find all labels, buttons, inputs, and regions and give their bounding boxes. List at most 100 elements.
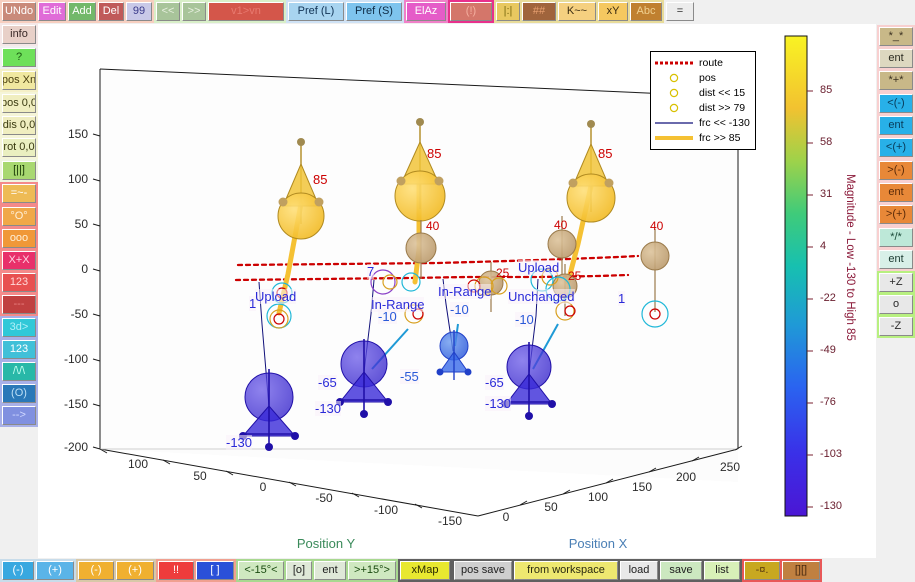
data-group-button-1[interactable]: from workspace: [514, 560, 618, 580]
top-toolbar: UNdo Edit Add Del 99 << >> v1>vn Pref (L) Pref (S…: [0, 0, 915, 23]
pref-group: Pref (L) Pref (S): [286, 0, 404, 23]
equals-group: =: [664, 0, 696, 23]
nav-group-button-0[interactable]: <<: [156, 2, 180, 21]
plot-area[interactable]: 150 100 50 0 -50 -100 -150 -200 100 50 0…: [38, 24, 876, 558]
ring-group-button-1[interactable]: ooo: [2, 229, 36, 248]
coord-group-button-2[interactable]: rot 0,0: [2, 138, 36, 157]
rotate-group-button-3[interactable]: >+15°>: [348, 560, 396, 580]
wave-group-button-0[interactable]: =~-: [2, 184, 36, 203]
ring-group-button-4[interactable]: ---: [2, 295, 36, 314]
display-group-button-1[interactable]: ##: [522, 2, 556, 21]
lt-group-button-1[interactable]: ent: [879, 116, 913, 135]
help-group: ?: [0, 46, 38, 69]
svg-text:-100: -100: [374, 503, 398, 517]
mul-group-button-1[interactable]: ent: [879, 49, 913, 68]
threed-group-button-2[interactable]: /\/\: [2, 362, 36, 381]
mul-group-button-2[interactable]: *+*: [879, 71, 913, 90]
colorbar-tick-label: 31: [820, 188, 833, 200]
edit-group-button-3[interactable]: Del: [98, 2, 124, 21]
zaxis-group-button-0[interactable]: +Z: [879, 273, 913, 292]
slash-group-button-0[interactable]: */*: [879, 228, 913, 247]
axes-box: [99, 68, 739, 517]
threed-group-button-1[interactable]: 123: [2, 340, 36, 359]
bars-group-button-0[interactable]: [||]: [2, 161, 36, 180]
colorbar-tick-label: -103: [820, 448, 843, 460]
colorbar-tick-label: 85: [820, 84, 833, 96]
pref-group-button-1[interactable]: Pref (S): [346, 2, 402, 21]
rotate-group-button-0[interactable]: <-15°<: [238, 560, 284, 580]
right-toolbar: *_*ent *+* <(-) ent <(+) >(-) ent >(+) */* ent +Z o…: [877, 25, 915, 338]
step1-group-button-0[interactable]: (-): [2, 560, 34, 580]
ring-group-button-3[interactable]: 123: [2, 273, 36, 292]
edit-group-button-4[interactable]: 99: [126, 2, 152, 21]
posxn-group-button-0[interactable]: pos Xn: [2, 71, 36, 90]
nav-group-button-1[interactable]: >>: [182, 2, 206, 21]
circle-marker-icon: [651, 73, 697, 83]
edit-group-button-0[interactable]: UNdo: [2, 2, 36, 21]
equals-group-button-0[interactable]: =: [666, 2, 694, 21]
lt-group-button-0[interactable]: <(-): [879, 94, 913, 113]
edit-group-button-1[interactable]: Edit: [38, 2, 66, 21]
plot-annotation: 1: [249, 296, 257, 311]
gt-group-button-1[interactable]: ent: [879, 183, 913, 202]
threed-group: 3d> 123 /\/\ (O) -->: [0, 316, 38, 427]
plot-annotation: Upload: [518, 260, 560, 275]
threed-group-button-0[interactable]: 3d>: [2, 318, 36, 337]
data-group-button-0[interactable]: pos save: [454, 560, 512, 580]
plot-annotation: -10: [515, 312, 534, 327]
map-group-button-0[interactable]: xMap: [400, 560, 450, 580]
svg-text:40: 40: [426, 219, 440, 233]
legend-item-frc-low: frc << -130: [651, 115, 755, 130]
data-group-button-2[interactable]: load: [620, 560, 658, 580]
threed-group-button-4[interactable]: -->: [2, 406, 36, 425]
elaz-group-button-0[interactable]: ElAz: [406, 2, 446, 21]
svg-text:-150: -150: [64, 397, 88, 411]
posxn-group: pos Xn: [0, 69, 38, 92]
step2-group-button-1[interactable]: (+): [116, 560, 154, 580]
plot-annotation: 7: [367, 264, 375, 279]
display-group-button-2[interactable]: K~~: [558, 2, 596, 21]
plot-annotation: -130: [485, 396, 512, 411]
rotate-group-button-1[interactable]: [o]: [286, 560, 312, 580]
rotate-group-button-2[interactable]: ent: [314, 560, 346, 580]
svg-text:40: 40: [650, 219, 664, 233]
step2-group-button-0[interactable]: (-): [78, 560, 114, 580]
alert2-group-button-0[interactable]: !!: [158, 560, 194, 580]
step1-group-button-1[interactable]: (+): [36, 560, 74, 580]
coord-group-button-0[interactable]: pos 0,0: [2, 94, 36, 113]
alert2-group-button-1[interactable]: [ ]: [196, 560, 234, 580]
misc-group-button-0[interactable]: -¤.: [744, 560, 780, 580]
slash-group-button-1[interactable]: ent: [879, 250, 913, 269]
coord-group-button-1[interactable]: dis 0,0: [2, 116, 36, 135]
lt-group-button-2[interactable]: <(+): [879, 138, 913, 157]
threed-group-button-3[interactable]: (O): [2, 384, 36, 403]
misc-group-button-1[interactable]: [][]: [782, 560, 820, 580]
display-group-button-0[interactable]: |:|: [496, 2, 520, 21]
svg-text:0: 0: [503, 510, 510, 524]
display-group-button-3[interactable]: xY: [598, 2, 628, 21]
zaxis-group-button-2[interactable]: -Z: [879, 317, 913, 336]
gt-group-button-0[interactable]: >(-): [879, 161, 913, 180]
mul-group: *_*ent *+*: [877, 25, 915, 92]
map-group: xMap: [398, 558, 452, 582]
edit-group-button-2[interactable]: Add: [68, 2, 96, 21]
gt-group-button-2[interactable]: >(+): [879, 205, 913, 224]
alert-group-button-0[interactable]: (!): [450, 2, 492, 21]
ring-group-button-2[interactable]: X+X: [2, 251, 36, 270]
elaz-group: ElAz: [404, 0, 448, 23]
zaxis-group-button-1[interactable]: o: [879, 295, 913, 314]
legend-item-dist-high: dist >> 79: [651, 100, 755, 115]
data-group-button-4[interactable]: list: [704, 560, 740, 580]
mul-group-button-0[interactable]: *_*: [879, 27, 913, 46]
x-axis-label: Position X: [569, 536, 628, 551]
display-group-button-4[interactable]: Abc: [630, 2, 662, 21]
data-group-button-3[interactable]: save: [660, 560, 702, 580]
z-axis-ticks: 150 100 50 0 -50 -100 -150 -200: [64, 127, 101, 454]
pref-group-button-0[interactable]: Pref (L): [288, 2, 344, 21]
ring-group-button-0[interactable]: °O°: [2, 207, 36, 226]
legend-item-route: route: [651, 55, 755, 70]
help-group-button-0[interactable]: ?: [2, 48, 36, 67]
info-group-button-0[interactable]: info: [2, 25, 36, 44]
nav-group-button-2[interactable]: v1>vn: [208, 2, 284, 21]
ring-group: °O° ooo X+X 123 ---: [0, 205, 38, 316]
